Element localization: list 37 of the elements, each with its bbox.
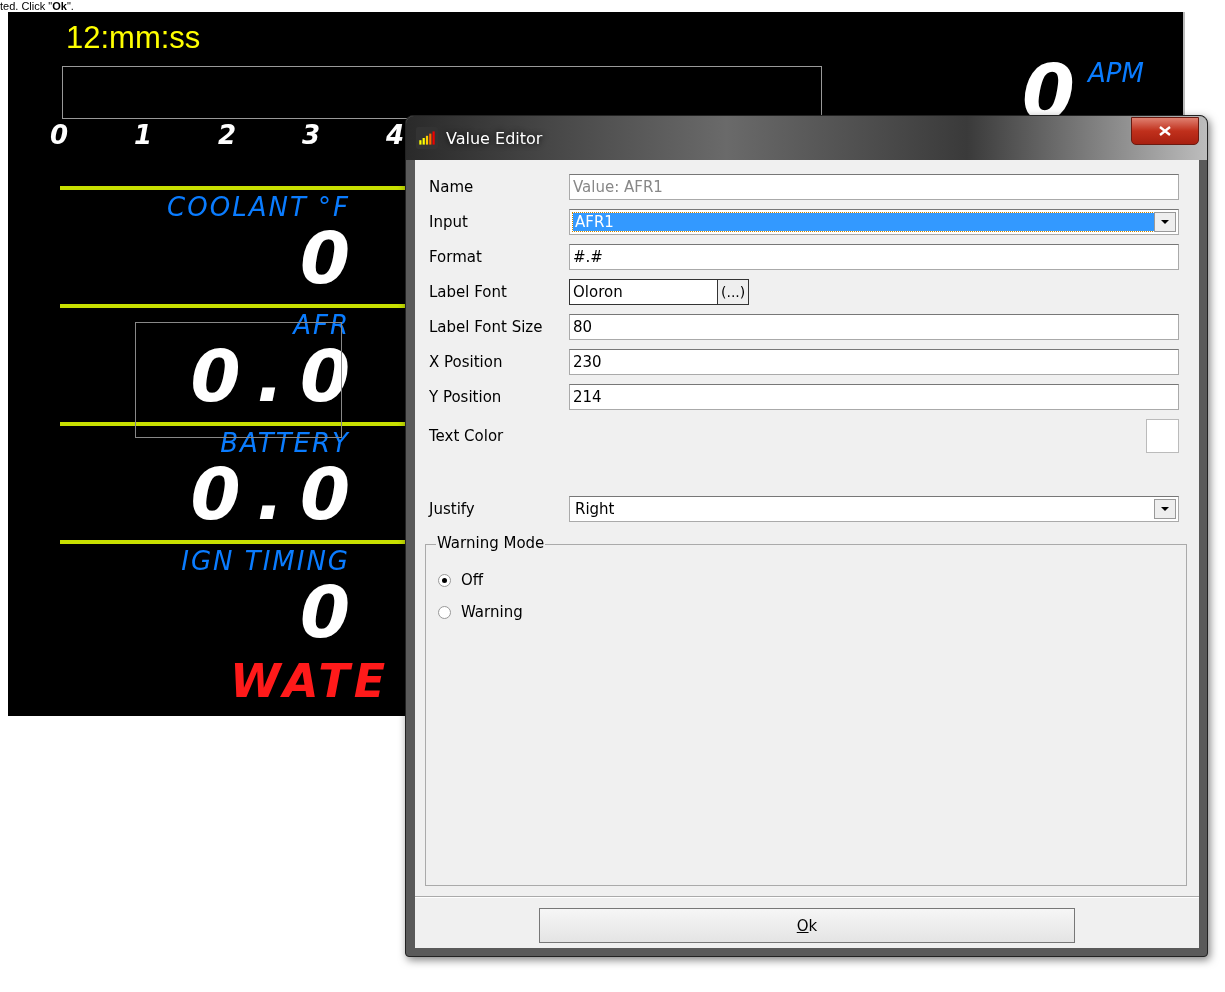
field-label: Label Font Size: [428, 318, 544, 336]
rpm-unit: APM: [1088, 58, 1144, 88]
scale-label: 4: [386, 119, 405, 152]
warning-label: WATE: [230, 654, 390, 708]
text-field[interactable]: #.#: [569, 244, 1179, 270]
text-field[interactable]: 230: [569, 349, 1179, 375]
field-label: Label Font: [428, 283, 508, 301]
field-label: Y Position: [428, 388, 503, 406]
group-title: Warning Mode: [436, 534, 546, 552]
font-field[interactable]: Oloron: [569, 279, 717, 305]
gauge-value: 0: [299, 222, 366, 294]
radio-option[interactable]: Warning: [438, 603, 1186, 621]
scale-label: 2: [218, 119, 237, 152]
window-title: Value Editor: [446, 128, 544, 148]
scale-label: 1: [134, 119, 153, 152]
gauge-value: 0.0: [190, 340, 366, 412]
scale-label: 3: [302, 119, 321, 152]
field-label: X Position: [428, 353, 504, 371]
field-label: Justify: [427, 500, 476, 518]
radio-option[interactable]: Off: [438, 571, 1186, 589]
dropdown-field[interactable]: Right: [569, 496, 1179, 522]
field-label: Input: [428, 213, 469, 231]
field-label: Text Color: [428, 427, 505, 445]
ok-button[interactable]: Ok: [539, 908, 1075, 943]
text-field[interactable]: 80: [569, 314, 1179, 340]
field-label: Name: [428, 178, 475, 196]
field-label: Format: [428, 248, 483, 266]
gauge-value: 0.0: [190, 458, 366, 530]
instruction-text: ted. Click "Ok".: [0, 0, 74, 12]
gauge-label: IGN TIMING: [181, 546, 350, 576]
scale-label: 0: [50, 119, 69, 152]
gauge-label: COOLANT °F: [167, 192, 350, 222]
clock-readout: 12:mm:ss: [66, 20, 201, 56]
gauge-label: BATTERY: [220, 428, 350, 458]
gauge-value: 0: [299, 576, 366, 648]
browse-button[interactable]: (...): [717, 279, 750, 305]
text-field[interactable]: 214: [569, 384, 1179, 410]
